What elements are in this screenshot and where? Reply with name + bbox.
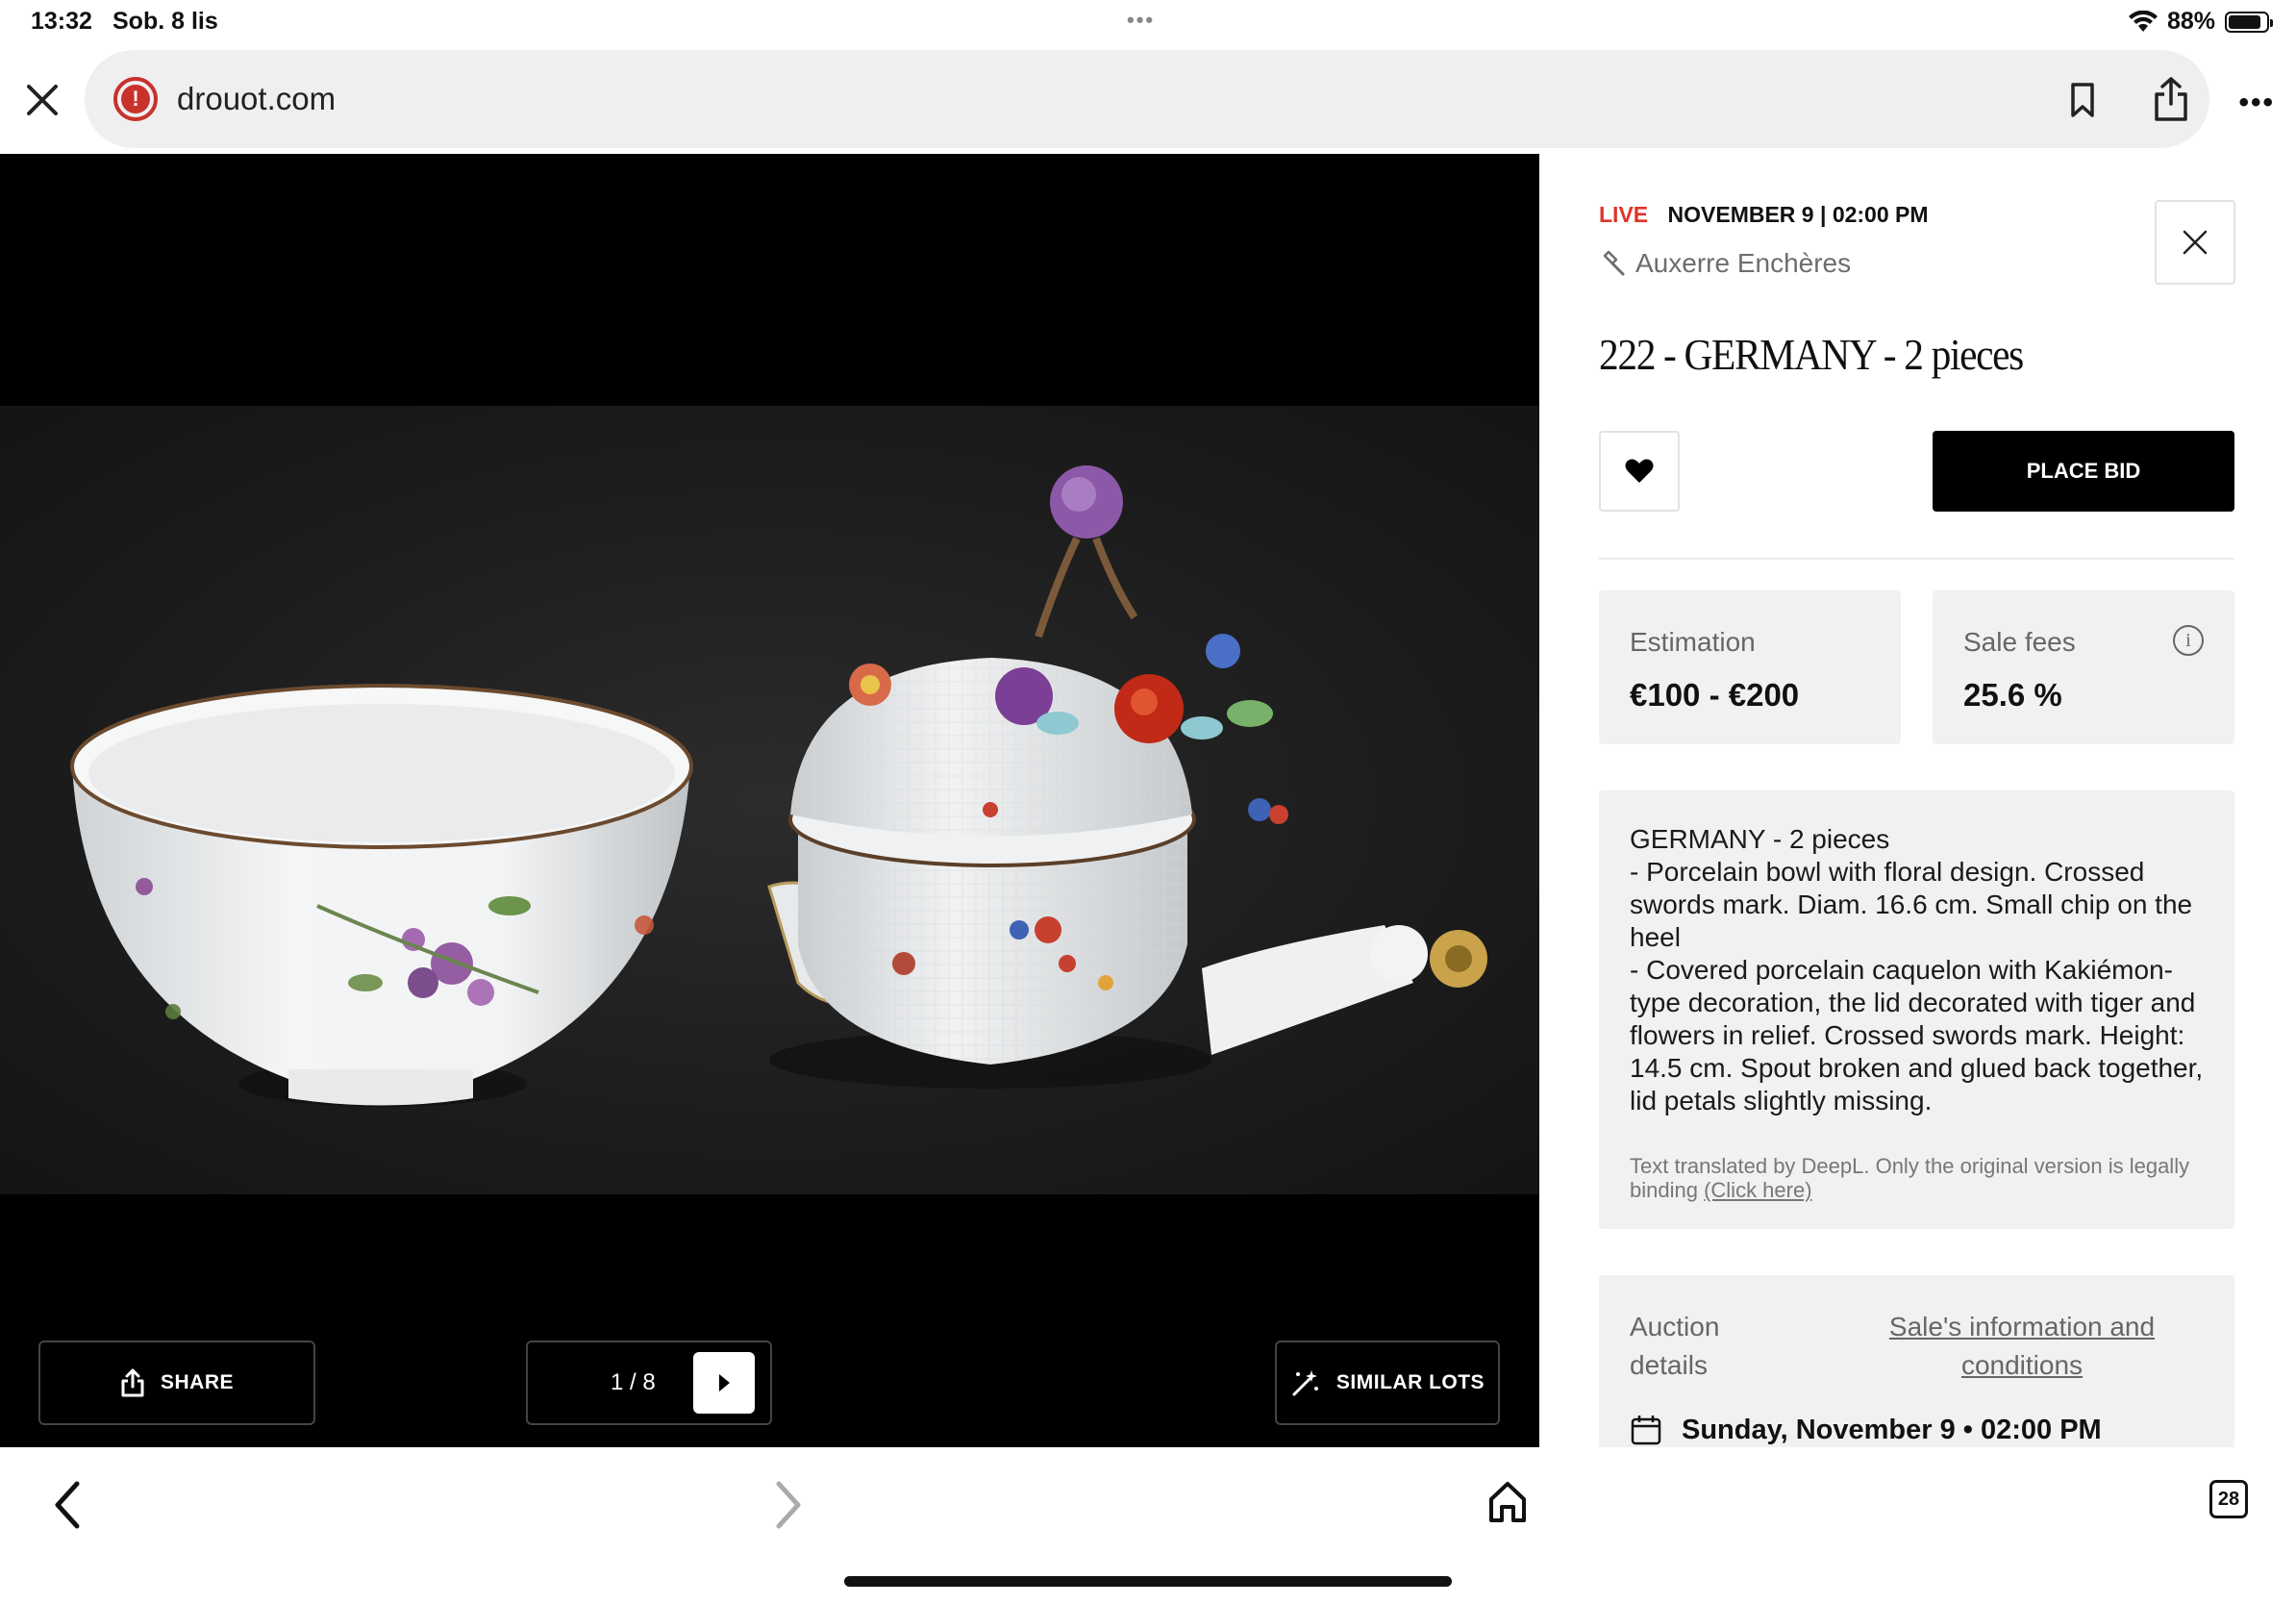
close-panel-button[interactable] — [2155, 200, 2235, 285]
play-next-icon — [719, 1374, 730, 1391]
lot-title: 222 - GERMANY - 2 pieces — [1599, 330, 2024, 379]
share-icon — [121, 1368, 144, 1397]
auction-house-name: Auxerre Enchères — [1635, 248, 1852, 278]
description-card: GERMANY - 2 pieces - Porcelain bowl with… — [1599, 790, 2234, 1229]
sale-fees-card: Sale fees i 25.6 % — [1933, 590, 2234, 744]
battery-icon — [2225, 11, 2273, 33]
home-icon[interactable] — [1486, 1478, 1529, 1526]
calendar-icon — [1631, 1416, 1661, 1445]
magic-wand-icon — [1292, 1370, 1318, 1396]
address-bar[interactable]: ! drouot.com — [85, 50, 2209, 148]
security-warning-icon[interactable]: ! — [113, 77, 158, 121]
status-date: Sob. 8 lis — [112, 8, 218, 35]
browser-toolbar: ! drouot.com ••• — [0, 46, 2296, 154]
browser-bottom-bar: 28 — [0, 1447, 2296, 1604]
divider — [1599, 558, 2234, 560]
share-icon[interactable] — [2150, 75, 2192, 123]
forward-icon[interactable] — [769, 1476, 808, 1534]
next-image-button[interactable] — [693, 1352, 755, 1414]
auction-details-card: Auction details Sale's information and c… — [1599, 1275, 2234, 1447]
sale-fees-value: 25.6 % — [1963, 677, 2062, 713]
info-icon[interactable]: i — [2173, 625, 2204, 656]
lot-details-panel: LIVE NOVEMBER 9 | 02:00 PM Auxerre Enchè… — [1539, 154, 2296, 1447]
auction-date-row: Sunday, November 9 • 02:00 PM — [1630, 1414, 2102, 1446]
image-pager: 1 / 8 — [526, 1341, 772, 1425]
wifi-icon — [2128, 10, 2158, 32]
similar-lots-label: SIMILAR LOTS — [1335, 1371, 1485, 1393]
heart-icon — [1625, 459, 1654, 483]
auction-house-link[interactable]: Auxerre Enchères — [1599, 248, 1851, 279]
more-options-icon[interactable]: ••• — [2238, 87, 2275, 119]
auction-date: Sunday, November 9 • 02:00 PM — [1682, 1414, 2102, 1445]
place-bid-button[interactable]: PLACE BID — [1933, 431, 2234, 512]
estimation-label: Estimation — [1630, 627, 1756, 657]
status-bar: 13:32 Sob. 8 lis ••• 88% — [0, 0, 2296, 46]
home-indicator[interactable] — [844, 1576, 1452, 1587]
status-time: 13:32 — [31, 8, 92, 35]
pager-count: 1 / 8 — [611, 1369, 656, 1395]
live-badge: LIVE — [1599, 202, 1649, 227]
url-text[interactable]: drouot.com — [177, 81, 336, 117]
lot-photo[interactable] — [0, 406, 1539, 1194]
sale-datetime: NOVEMBER 9 | 02:00 PM — [1667, 202, 1929, 227]
estimation-value: €100 - €200 — [1630, 677, 1800, 713]
share-label: SHARE — [160, 1371, 234, 1393]
tabs-button[interactable]: 28 — [2209, 1480, 2248, 1518]
lot-description: GERMANY - 2 pieces - Porcelain bowl with… — [1630, 824, 2204, 1115]
battery-percent: 88% — [2166, 8, 2215, 35]
sale-fees-label: Sale fees — [1963, 627, 2076, 657]
similar-lots-button[interactable]: SIMILAR LOTS — [1275, 1341, 1500, 1425]
original-version-link[interactable]: (Click here) — [1704, 1178, 1811, 1202]
favorite-button[interactable] — [1599, 431, 1680, 512]
share-button[interactable]: SHARE — [38, 1341, 315, 1425]
estimation-card: Estimation €100 - €200 — [1599, 590, 1901, 744]
translation-note: Text translated by DeepL. Only the origi… — [1630, 1154, 2207, 1202]
sale-information-link[interactable]: Sale's information and conditions — [1859, 1308, 2185, 1385]
sale-datetime-row: LIVE NOVEMBER 9 | 02:00 PM — [1599, 202, 1929, 228]
close-icon — [2183, 230, 2208, 255]
porcelain-photo-illustration — [70, 465, 1487, 1107]
close-icon[interactable] — [21, 79, 63, 121]
multitasking-dots-icon[interactable]: ••• — [1127, 8, 1155, 33]
image-viewer: SHARE 1 / 8 SIMILAR LOTS — [0, 154, 1539, 1447]
auction-details-label: Auction details — [1630, 1312, 1720, 1380]
gavel-icon — [1603, 250, 1625, 276]
back-icon[interactable] — [48, 1476, 87, 1534]
status-indicators: 88% — [2128, 8, 2273, 36]
bookmark-icon[interactable] — [2061, 79, 2104, 121]
